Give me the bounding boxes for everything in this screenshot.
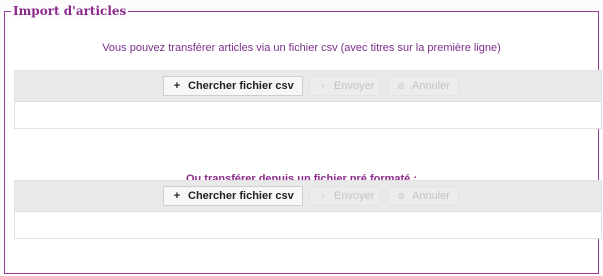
fieldset-legend: Import d'articles xyxy=(11,3,129,19)
plus-icon: + xyxy=(173,80,181,92)
cancel-icon: ⊘ xyxy=(397,191,405,201)
csv-uploader: + Chercher fichier csv ↑ Envoyer ⊘ Annuler xyxy=(14,70,602,129)
page: Import d'articles Vous pouvez transférer… xyxy=(0,0,603,276)
browse-csv-button[interactable]: + Chercher fichier csv xyxy=(163,76,303,96)
browse-csv-label: Chercher fichier csv xyxy=(188,80,294,92)
uploader-toolbar: + Chercher fichier csv ↑ Envoyer ⊘ Annuler xyxy=(15,71,601,102)
send-button[interactable]: ↑ Envoyer xyxy=(309,76,381,96)
upload-icon: ↑ xyxy=(320,81,326,91)
uploader-file-list xyxy=(15,102,601,130)
cancel-button[interactable]: ⊘ Annuler xyxy=(387,76,459,96)
cancel-label: Annuler xyxy=(412,190,450,202)
uploader-toolbar: + Chercher fichier csv ↑ Envoyer ⊘ Annuler xyxy=(15,181,601,212)
uploader-file-list xyxy=(15,212,601,240)
preformatted-uploader: + Chercher fichier csv ↑ Envoyer ⊘ Annuler xyxy=(14,180,602,239)
plus-icon: + xyxy=(173,190,181,202)
cancel-icon: ⊘ xyxy=(397,81,405,91)
send-label: Envoyer xyxy=(334,80,375,92)
browse-csv-label: Chercher fichier csv xyxy=(188,190,294,202)
csv-upload-instructions: Vous pouvez transférer articles via un f… xyxy=(102,42,501,54)
import-articles-fieldset: Import d'articles Vous pouvez transférer… xyxy=(4,3,602,274)
send-label: Envoyer xyxy=(334,190,375,202)
send-button[interactable]: ↑ Envoyer xyxy=(309,186,381,206)
browse-csv-button[interactable]: + Chercher fichier csv xyxy=(163,186,303,206)
cancel-label: Annuler xyxy=(412,80,450,92)
upload-icon: ↑ xyxy=(320,191,326,201)
cancel-button[interactable]: ⊘ Annuler xyxy=(387,186,459,206)
